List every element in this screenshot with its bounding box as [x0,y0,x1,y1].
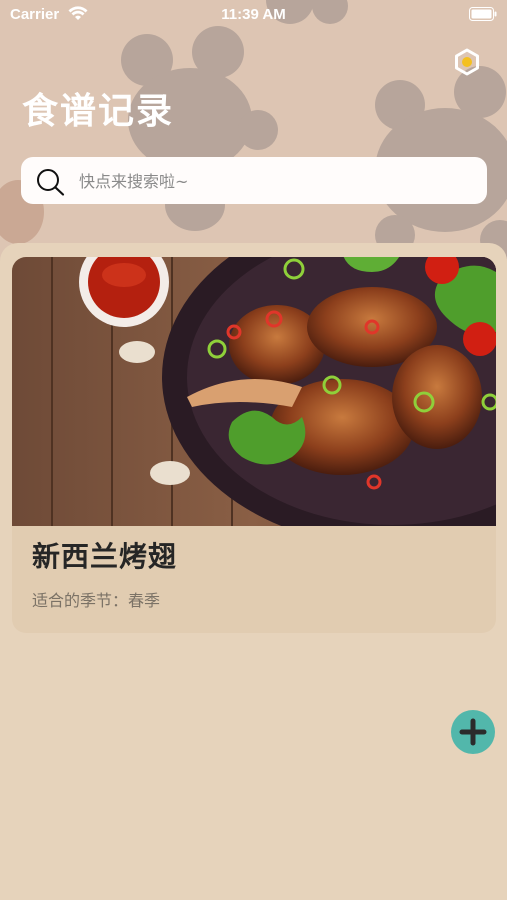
season-label: 适合的季节： [32,591,129,610]
recipe-season: 适合的季节：春季 [32,587,160,611]
page-title: 食谱记录 [22,91,175,132]
status-time: 11:39 AM [221,6,286,23]
season-value: 春季 [128,591,161,610]
battery-icon [469,7,497,21]
search-bar[interactable] [21,157,487,206]
header: Carrier 11:39 AM 食谱记录 [0,0,507,262]
hexagon-settings-icon[interactable] [453,48,481,76]
recipe-image [12,257,496,526]
recipe-title: 新西兰烤翅 [32,540,178,573]
add-recipe-button[interactable] [451,710,495,754]
search-input[interactable] [77,157,471,206]
status-bar: Carrier 11:39 AM [0,0,507,30]
recipe-card[interactable]: 新西兰烤翅 适合的季节：春季 [12,257,496,633]
plus-icon [459,718,487,746]
search-icon [37,169,65,196]
